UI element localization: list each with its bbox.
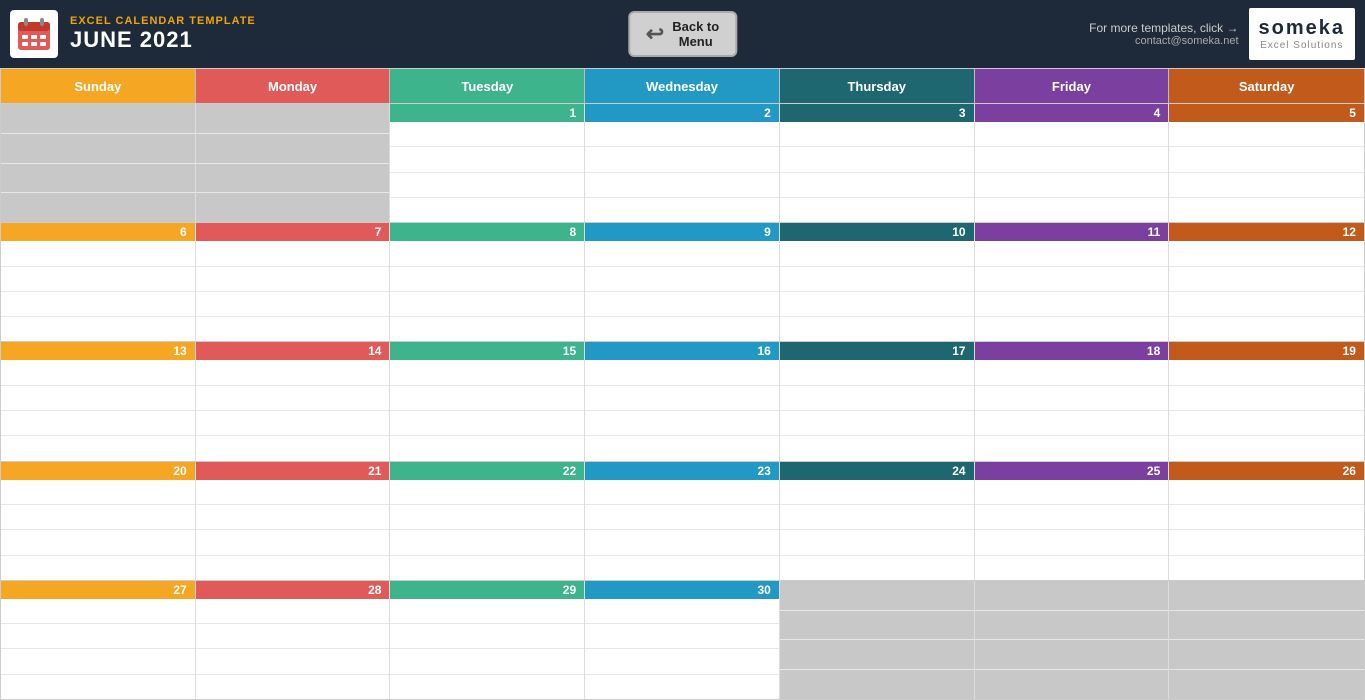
day-header-friday: Friday [975, 69, 1170, 103]
day-number-16: 16 [585, 342, 779, 360]
day-number-23: 23 [585, 462, 779, 480]
week-row-4: 20212223242526 [1, 461, 1364, 580]
day-number-2: 2 [585, 104, 779, 122]
day-number-6: 6 [1, 223, 195, 241]
day-cell: 22 [390, 462, 585, 580]
day-cell: 19 [1169, 342, 1364, 460]
day-number-5: 5 [1169, 104, 1364, 122]
day-number-22: 22 [390, 462, 584, 480]
day-number-29: 29 [390, 581, 584, 599]
day-cell: 16 [585, 342, 780, 460]
day-cell: 17 [780, 342, 975, 460]
day-number-15: 15 [390, 342, 584, 360]
day-cell: 11 [975, 223, 1170, 341]
day-cell: 14 [196, 342, 391, 460]
day-number-28: 28 [196, 581, 390, 599]
day-cell [1169, 581, 1364, 699]
month-title: JUNE 2021 [70, 27, 256, 53]
day-number-25: 25 [975, 462, 1169, 480]
header-left: EXCEL CALENDAR TEMPLATE JUNE 2021 [10, 10, 256, 58]
back-arrow-icon: ↩ [646, 21, 664, 47]
day-header-monday: Monday [196, 69, 391, 103]
day-cell [975, 581, 1170, 699]
header-right-text: For more templates, click → contact@some… [1089, 21, 1238, 47]
header: EXCEL CALENDAR TEMPLATE JUNE 2021 ↩ Back… [0, 0, 1365, 68]
day-headers-row: Sunday Monday Tuesday Wednesday Thursday… [1, 69, 1364, 103]
day-header-sunday: Sunday [1, 69, 196, 103]
day-number-18: 18 [975, 342, 1169, 360]
day-cell [196, 104, 391, 222]
day-cell: 3 [780, 104, 975, 222]
day-cell: 10 [780, 223, 975, 341]
day-cell: 1 [390, 104, 585, 222]
day-header-thursday: Thursday [780, 69, 975, 103]
day-number-9: 9 [585, 223, 779, 241]
weeks-container: 1234567891011121314151617181920212223242… [1, 103, 1364, 699]
day-cell: 24 [780, 462, 975, 580]
day-cell: 2 [585, 104, 780, 222]
day-cell: 27 [1, 581, 196, 699]
day-cell: 20 [1, 462, 196, 580]
back-button-label: Back toMenu [672, 19, 719, 49]
day-cell: 12 [1169, 223, 1364, 341]
day-cell: 8 [390, 223, 585, 341]
click-text[interactable]: For more templates, click → [1089, 21, 1238, 35]
back-to-menu-button[interactable]: ↩ Back toMenu [628, 11, 737, 57]
excel-label: EXCEL CALENDAR TEMPLATE [70, 15, 256, 27]
day-number-11: 11 [975, 223, 1169, 241]
day-number-12: 12 [1169, 223, 1364, 241]
day-number-14: 14 [196, 342, 390, 360]
someka-sub: Excel Solutions [1260, 40, 1343, 51]
day-cell: 26 [1169, 462, 1364, 580]
day-header-tuesday: Tuesday [390, 69, 585, 103]
calendar: Sunday Monday Tuesday Wednesday Thursday… [0, 68, 1365, 700]
day-number-7: 7 [196, 223, 390, 241]
day-cell: 29 [390, 581, 585, 699]
day-number-30: 30 [585, 581, 779, 599]
day-cell: 30 [585, 581, 780, 699]
day-header-saturday: Saturday [1169, 69, 1364, 103]
day-cell: 5 [1169, 104, 1364, 222]
day-cell [780, 581, 975, 699]
day-number-26: 26 [1169, 462, 1364, 480]
day-number-8: 8 [390, 223, 584, 241]
day-number-21: 21 [196, 462, 390, 480]
title-group: EXCEL CALENDAR TEMPLATE JUNE 2021 [70, 15, 256, 53]
someka-name: someka [1259, 17, 1346, 40]
day-cell: 28 [196, 581, 391, 699]
day-cell: 6 [1, 223, 196, 341]
day-header-wednesday: Wednesday [585, 69, 780, 103]
week-row-2: 6789101112 [1, 222, 1364, 341]
day-cell: 23 [585, 462, 780, 580]
day-number-27: 27 [1, 581, 195, 599]
day-cell: 9 [585, 223, 780, 341]
day-cell: 18 [975, 342, 1170, 460]
day-number-19: 19 [1169, 342, 1364, 360]
day-number-20: 20 [1, 462, 195, 480]
day-cell: 21 [196, 462, 391, 580]
week-row-3: 13141516171819 [1, 341, 1364, 460]
week-row-5: 27282930 [1, 580, 1364, 699]
day-number-10: 10 [780, 223, 974, 241]
day-cell: 15 [390, 342, 585, 460]
calendar-icon [10, 10, 58, 58]
day-cell [1, 104, 196, 222]
week-row-1: 12345 [1, 103, 1364, 222]
day-number-4: 4 [975, 104, 1169, 122]
day-number-17: 17 [780, 342, 974, 360]
day-number-3: 3 [780, 104, 974, 122]
header-right: For more templates, click → contact@some… [1089, 8, 1355, 60]
day-number-1: 1 [390, 104, 584, 122]
contact-text: contact@someka.net [1089, 35, 1238, 47]
day-cell: 25 [975, 462, 1170, 580]
day-cell: 13 [1, 342, 196, 460]
day-number-13: 13 [1, 342, 195, 360]
day-cell: 7 [196, 223, 391, 341]
day-number-24: 24 [780, 462, 974, 480]
someka-logo: someka Excel Solutions [1249, 8, 1356, 60]
day-cell: 4 [975, 104, 1170, 222]
